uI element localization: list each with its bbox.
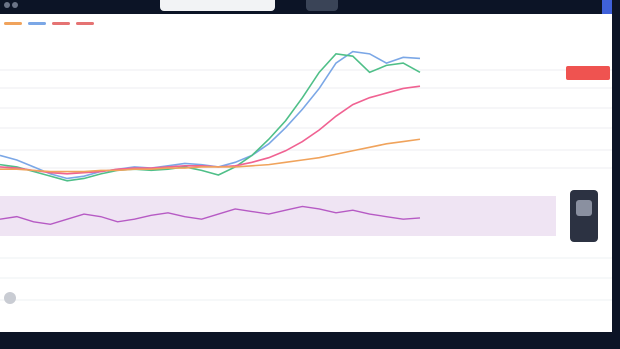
bottom-status-bar [0, 332, 620, 349]
side-toolbar-widget[interactable] [570, 190, 598, 242]
widget-handle-icon[interactable] [576, 200, 592, 216]
rsi-chart[interactable] [0, 0, 620, 349]
settings-gear-icon[interactable] [4, 292, 16, 304]
last-price-tag [566, 66, 610, 80]
right-edge-bar [612, 0, 620, 349]
rsi-line [0, 205, 421, 226]
